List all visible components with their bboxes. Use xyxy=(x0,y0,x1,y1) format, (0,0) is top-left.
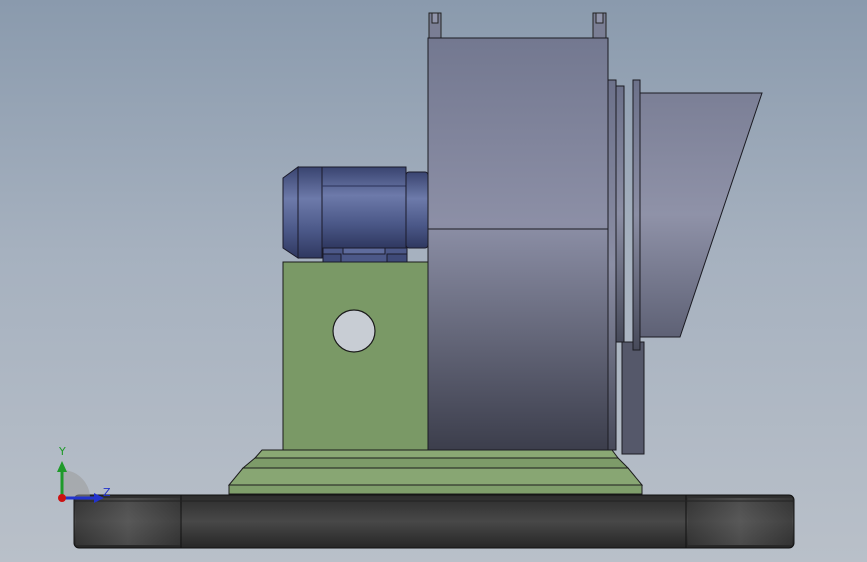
z-axis-label: Z xyxy=(103,486,111,499)
fan-housing xyxy=(427,12,645,455)
motor-support-frame xyxy=(282,261,429,451)
frame-access-hole xyxy=(332,309,376,353)
green-plinth xyxy=(227,449,644,495)
electric-motor xyxy=(282,166,429,263)
origin-marker xyxy=(58,494,66,502)
coordinate-triad: Y Z xyxy=(57,445,111,503)
base-channel xyxy=(73,494,795,549)
y-axis-label: Y xyxy=(58,445,66,458)
outlet-hood xyxy=(639,92,763,338)
cad-graphics-viewport[interactable]: Y Z xyxy=(0,0,867,562)
